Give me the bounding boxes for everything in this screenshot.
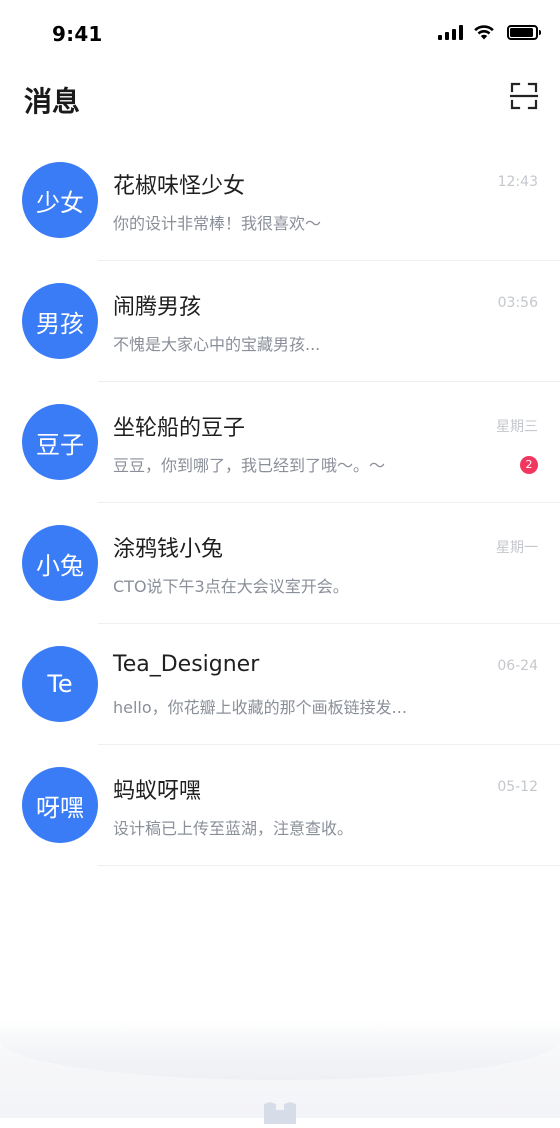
message-time: 06-24	[497, 658, 538, 674]
message-preview: 豆豆，你到哪了，我已经到了哦～。～	[113, 456, 386, 475]
message-time: 星期三	[496, 419, 538, 435]
avatar: 男孩	[22, 283, 98, 359]
message-preview: 你的设计非常棒！我很喜欢～	[113, 214, 322, 233]
wifi-icon	[474, 25, 494, 40]
battery-icon	[507, 24, 541, 40]
conversation-item[interactable]: Te Tea_Designer hello，你花瓣上收藏的那个画板链接发... 06-…	[0, 624, 560, 745]
message-time: 05-12	[497, 779, 538, 795]
signal-bars-icon	[438, 24, 463, 40]
message-time: 星期一	[496, 540, 538, 556]
avatar: 少女	[22, 162, 98, 238]
conversation-item[interactable]: 豆子 坐轮船的豆子豆豆，你到哪了，我已经到了哦～。～ 星期三 2	[0, 382, 560, 503]
avatar: 小兔	[22, 525, 98, 601]
conversation-item[interactable]: 小兔 涂鸦钱小兔 CTO说下午3点在大会议室开会。 星期一	[0, 503, 560, 624]
message-preview: 不愧是大家心中的宝藏男孩...	[113, 335, 321, 354]
message-preview: hello，你花瓣上收藏的那个画板链接发...	[113, 698, 407, 717]
battery-fill	[510, 27, 533, 37]
message-time: 03:56	[497, 295, 538, 311]
contact-name: 涂鸦钱小兔	[113, 537, 224, 562]
avatar: 呀嘿	[22, 767, 98, 843]
status-bar: 9:41	[0, 0, 560, 64]
contact-name: 蚂蚁呀嘿	[113, 779, 202, 804]
contact-name: 闹腾男孩	[113, 295, 202, 320]
message-preview: 设计稿已上传至蓝湖，注意查收。	[113, 819, 354, 838]
conversation-item[interactable]: 呀嘿 蚂蚁呀嘿设计稿已上传至蓝湖，注意查收。 05-12	[0, 745, 560, 866]
avatar: 豆子	[22, 404, 98, 480]
header: 消息	[0, 64, 560, 136]
divider	[98, 865, 560, 866]
page-title: 消息	[24, 85, 81, 118]
contact-name: Tea_Designer	[113, 652, 260, 677]
tab-bar	[0, 1020, 560, 1124]
avatar: Te	[22, 646, 98, 722]
tab-home[interactable]	[262, 1100, 298, 1124]
conversation-list: 少女 花椒味怪少女你的设计非常棒！我很喜欢～ 12:43 男孩 闹腾男孩不愧是大家心中的…	[0, 140, 560, 866]
message-preview: CTO说下午3点在大会议室开会。	[113, 577, 349, 596]
conversation-item[interactable]: 男孩 闹腾男孩不愧是大家心中的宝藏男孩... 03:56	[0, 261, 560, 382]
contact-name: 坐轮船的豆子	[113, 416, 246, 441]
status-time: 9:41	[52, 22, 103, 46]
contact-name: 花椒味怪少女	[113, 174, 246, 199]
scan-button[interactable]	[508, 82, 540, 110]
conversation-item[interactable]: 少女 花椒味怪少女你的设计非常棒！我很喜欢～ 12:43	[0, 140, 560, 261]
status-icons	[438, 24, 541, 40]
message-time: 12:43	[497, 174, 538, 190]
unread-badge: 2	[520, 456, 538, 474]
scan-icon	[508, 82, 540, 110]
home-icon	[264, 1102, 296, 1124]
